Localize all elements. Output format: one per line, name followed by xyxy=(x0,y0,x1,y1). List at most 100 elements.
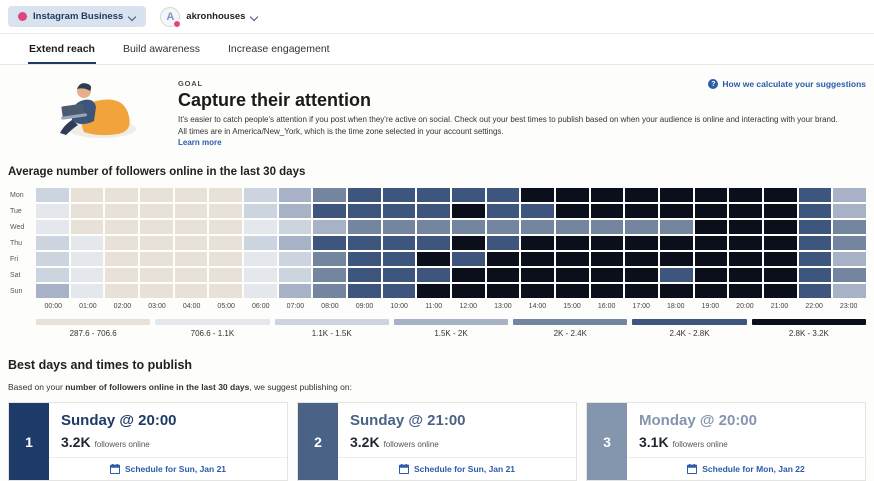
card-rank-badge: 2 xyxy=(298,403,338,480)
instagram-badge-icon xyxy=(173,20,181,28)
heatmap-cell xyxy=(452,188,485,202)
legend-color-bar xyxy=(155,319,269,325)
heatmap-cell xyxy=(313,284,346,298)
heatmap-cell xyxy=(71,204,104,218)
calendar-icon xyxy=(687,464,697,474)
heatmap-cell xyxy=(36,220,69,234)
heatmap-cell xyxy=(660,252,693,266)
heatmap-cell xyxy=(799,284,832,298)
how-we-calculate-link[interactable]: ? How we calculate your suggestions xyxy=(708,79,866,89)
heatmap-cell xyxy=(279,236,312,250)
heatmap-cell xyxy=(348,236,381,250)
heatmap-hour-label: 17:00 xyxy=(624,303,659,310)
heatmap-cell xyxy=(175,188,208,202)
heatmap-cell xyxy=(625,284,658,298)
heatmap-hour-label: 10:00 xyxy=(382,303,417,310)
heatmap-hour-label: 00:00 xyxy=(36,303,71,310)
heatmap-cell xyxy=(625,236,658,250)
account-selector[interactable]: A akronhouses xyxy=(160,7,258,27)
heatmap-cell xyxy=(764,268,797,282)
heatmap-cell xyxy=(695,188,728,202)
legend-range-label: 706.6 - 1.1K xyxy=(155,329,269,338)
heatmap-cell xyxy=(417,236,450,250)
heatmap-cell xyxy=(36,188,69,202)
legend-range-label: 287.6 - 706.6 xyxy=(36,329,150,338)
heatmap-cell xyxy=(695,236,728,250)
heatmap-cell xyxy=(452,268,485,282)
heatmap-hour-label: 15:00 xyxy=(555,303,590,310)
heatmap-cell xyxy=(244,252,277,266)
schedule-button[interactable]: Schedule for Sun, Jan 21 xyxy=(399,464,515,474)
legend-item: 2.4K - 2.8K xyxy=(632,319,746,338)
heatmap-cell xyxy=(729,236,762,250)
heatmap-cell xyxy=(244,220,277,234)
suggestions-intro: Based on your number of followers online… xyxy=(8,382,866,392)
heatmap-hour-label: 05:00 xyxy=(209,303,244,310)
suggestions-title: Best days and times to publish xyxy=(8,358,866,372)
tab-extend-reach[interactable]: Extend reach xyxy=(28,34,96,64)
heatmap-day-label: Wed xyxy=(8,220,34,234)
heatmap-cell xyxy=(556,204,589,218)
heatmap-hour-label: 02:00 xyxy=(105,303,140,310)
tab-increase-engagement[interactable]: Increase engagement xyxy=(227,34,331,64)
heatmap-hour-label: 16:00 xyxy=(589,303,624,310)
heatmap-cell xyxy=(209,268,242,282)
heatmap-cell xyxy=(175,204,208,218)
legend-item: 706.6 - 1.1K xyxy=(155,319,269,338)
heatmap-cell xyxy=(140,284,173,298)
legend-color-bar xyxy=(394,319,508,325)
heatmap-day-label: Mon xyxy=(8,188,34,202)
heatmap-cell xyxy=(105,188,138,202)
heatmap-cell xyxy=(36,204,69,218)
heatmap-cell xyxy=(799,236,832,250)
heatmap-cell xyxy=(487,188,520,202)
goal-illustration xyxy=(14,77,164,139)
heatmap-cell xyxy=(764,284,797,298)
heatmap-cell xyxy=(175,236,208,250)
heatmap-cell xyxy=(695,204,728,218)
heatmap-cell xyxy=(556,268,589,282)
heatmap-cell xyxy=(348,188,381,202)
heatmap-cell xyxy=(209,188,242,202)
heatmap-cell xyxy=(71,188,104,202)
legend-range-label: 1.5K - 2K xyxy=(394,329,508,338)
schedule-button[interactable]: Schedule for Sun, Jan 21 xyxy=(110,464,226,474)
heatmap-cell xyxy=(348,268,381,282)
heatmap-cell xyxy=(695,268,728,282)
heatmap-cell xyxy=(417,284,450,298)
goal-description: It's easier to catch people's attention … xyxy=(178,114,838,137)
heatmap-grid: MonTueWedThuFriSatSun xyxy=(8,188,866,298)
heatmap-hour-label: 01:00 xyxy=(71,303,106,310)
heatmap-cell xyxy=(140,236,173,250)
heatmap-cell xyxy=(625,252,658,266)
heatmap-cell xyxy=(348,284,381,298)
heatmap-cell xyxy=(660,220,693,234)
card-followers-value: 3.2K xyxy=(61,434,91,450)
heatmap-cell xyxy=(209,236,242,250)
heatmap-cell xyxy=(417,204,450,218)
heatmap-cell xyxy=(764,204,797,218)
heatmap-cell xyxy=(244,268,277,282)
heatmap-cell xyxy=(729,268,762,282)
heatmap-cell xyxy=(556,284,589,298)
heatmap-cell xyxy=(625,220,658,234)
legend-item: 2.8K - 3.2K xyxy=(752,319,866,338)
channel-selector[interactable]: Instagram Business xyxy=(8,6,146,27)
schedule-button[interactable]: Schedule for Mon, Jan 22 xyxy=(687,464,805,474)
heatmap-cell xyxy=(209,220,242,234)
heatmap-cell xyxy=(36,284,69,298)
card-followers-label: followers online xyxy=(384,440,439,449)
heatmap-cell xyxy=(591,204,624,218)
heatmap-cell xyxy=(521,188,554,202)
learn-more-link[interactable]: Learn more xyxy=(178,138,222,147)
heatmap-hour-label: 19:00 xyxy=(693,303,728,310)
tab-build-awareness[interactable]: Build awareness xyxy=(122,34,201,64)
heatmap-cell xyxy=(764,188,797,202)
heatmap-cell xyxy=(799,252,832,266)
heatmap-cell xyxy=(487,268,520,282)
heatmap-cell xyxy=(833,252,866,266)
card-followers-label: followers online xyxy=(673,440,728,449)
heatmap-cell xyxy=(175,252,208,266)
account-name: akronhouses xyxy=(186,11,245,22)
heatmap-cell xyxy=(660,204,693,218)
